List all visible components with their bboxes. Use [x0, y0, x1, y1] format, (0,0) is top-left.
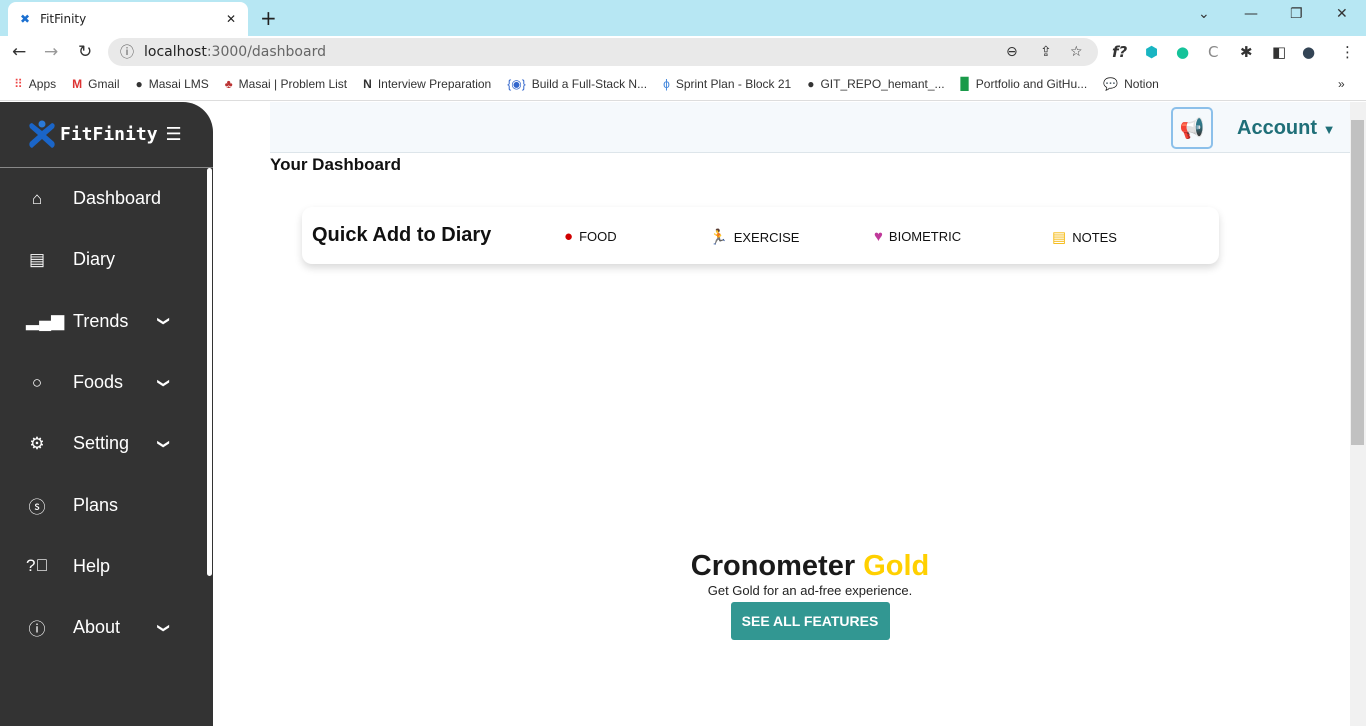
chevron-down-icon[interactable]: ❯ — [157, 378, 171, 388]
bookmark[interactable]: {◉} Build a Full-Stack N... — [507, 77, 647, 91]
home-icon: ⌂ — [31, 188, 43, 208]
see-all-features-button[interactable]: SEE ALL FEATURES — [730, 602, 890, 640]
menu-icon[interactable]: ⋮ — [1340, 43, 1355, 61]
sidebar: FitFinity ☰ ⌂ Dashboard ▤ Diary ▂▄▆ Trends ❯… — [0, 102, 213, 726]
sidebar-item-setting[interactable]: ⚙ Setting ❯ — [0, 413, 213, 474]
announcement-button[interactable]: 📢 — [1171, 107, 1213, 149]
github-icon: ● — [807, 77, 815, 91]
diary-icon: ▤ — [28, 249, 46, 269]
bookmark[interactable]: ● GIT_REPO_hemant_... — [807, 77, 944, 91]
sidebar-scrollbar[interactable] — [207, 168, 212, 576]
chevron-down-icon[interactable]: ❯ — [157, 316, 171, 326]
close-window-button[interactable]: ✕ — [1336, 6, 1348, 22]
back-icon[interactable]: ← — [12, 42, 26, 62]
dollar-icon: ⓢ — [28, 497, 46, 517]
help-icon: ?⃝ — [26, 556, 49, 576]
sidebar-item-foods[interactable]: ○ Foods ❯ — [0, 352, 213, 413]
page-title: Your Dashboard — [270, 155, 401, 174]
runner-add-icon: 🏃 — [709, 229, 728, 246]
brand-logo[interactable]: FitFinity ☰ — [0, 102, 213, 168]
quick-add-food[interactable]: ● FOOD — [564, 228, 617, 245]
globe-icon: ● — [135, 77, 143, 91]
gold-promo: Cronometer Gold Get Gold for an ad-free … — [610, 550, 1010, 640]
restore-button[interactable]: ❐ — [1290, 6, 1303, 22]
tab-title: FitFinity — [40, 12, 87, 26]
megaphone-icon: 📢 — [1179, 116, 1205, 140]
code-icon: {◉} — [507, 77, 526, 91]
apple-icon: ○ — [31, 372, 43, 392]
sprint-icon: ϕ — [663, 77, 670, 91]
notion-icon: N — [363, 77, 372, 91]
bookmark[interactable]: ϕ Sprint Plan - Block 21 — [663, 77, 791, 91]
star-icon[interactable]: ☆ — [1070, 44, 1083, 60]
fitfinity-logo-icon — [29, 120, 55, 148]
favicon-icon: ✖ — [20, 12, 31, 26]
brand-name: FitFinity — [60, 124, 158, 145]
top-header: 📢 Account ▼ — [270, 102, 1350, 153]
promo-title: Cronometer Gold — [690, 550, 930, 582]
browser-tab[interactable]: ✖ FitFinity ✕ — [8, 2, 248, 36]
browser-tab-bar: ✖ FitFinity ✕ + ⌄ — ❐ ✕ — [0, 0, 1366, 36]
quick-add-card: Quick Add to Diary ● FOOD 🏃 EXERCISE ♥ BIOM… — [302, 207, 1219, 264]
close-tab-icon[interactable]: ✕ — [226, 12, 236, 26]
extension-c-icon[interactable]: C — [1208, 43, 1218, 61]
gmail-icon: M — [72, 77, 83, 91]
chat-icon: 💬 — [1103, 77, 1119, 91]
minimize-button[interactable]: — — [1244, 6, 1258, 22]
more-bookmarks-icon[interactable]: » — [1338, 77, 1345, 91]
profile-avatar[interactable]: ● — [1302, 43, 1315, 61]
scrollbar-thumb[interactable] — [1351, 120, 1364, 445]
bookmark[interactable]: 💬 Notion — [1103, 77, 1159, 91]
account-dropdown[interactable]: Account ▼ — [1237, 117, 1335, 140]
forward-icon[interactable]: → — [44, 42, 58, 62]
apple-add-icon: ● — [564, 228, 574, 245]
quick-add-exercise[interactable]: 🏃 EXERCISE — [709, 228, 799, 246]
bar-chart-icon: ▂▄▆ — [26, 311, 65, 331]
bookmarks-bar: ⠿ Apps M Gmail ● Masai LMS ♣ Masai | Problem… — [0, 68, 1366, 101]
side-panel-icon[interactable]: ◧ — [1272, 43, 1286, 61]
extension-web-icon[interactable]: ⬢ — [1145, 43, 1158, 61]
info-icon: ⓘ — [28, 620, 46, 640]
bookmark[interactable]: ▉ Portfolio and GitHu... — [961, 77, 1088, 91]
pin-icon: ♣ — [224, 77, 233, 91]
reload-icon[interactable]: ↻ — [78, 42, 92, 62]
quick-add-notes[interactable]: ▤ NOTES — [1052, 228, 1117, 246]
bookmark[interactable]: M Gmail — [72, 77, 119, 91]
chevron-down-icon[interactable]: ❯ — [157, 439, 171, 449]
bookmark[interactable]: N Interview Preparation — [363, 77, 491, 91]
extensions-puzzle-icon[interactable]: ✱ — [1240, 43, 1253, 61]
address-bar-row: ← → ↻ ⓘ localhost:3000/dashboard ⊖ ⇪ ☆ f… — [0, 36, 1366, 68]
note-add-icon: ▤ — [1052, 229, 1067, 246]
share-icon[interactable]: ⇪ — [1040, 44, 1052, 60]
chevron-down-icon[interactable]: ❯ — [157, 623, 171, 633]
heart-add-icon: ♥ — [874, 228, 883, 245]
zoom-icon[interactable]: ⊖ — [1006, 44, 1018, 60]
gear-icon: ⚙ — [29, 433, 45, 453]
tab-search-icon[interactable]: ⌄ — [1198, 6, 1210, 22]
new-tab-button[interactable]: + — [260, 6, 277, 30]
sidebar-item-dashboard[interactable]: ⌂ Dashboard — [0, 168, 213, 229]
promo-subtitle: Get Gold for an ad-free experience. — [707, 583, 913, 598]
sheets-icon: ▉ — [960, 77, 970, 91]
apps-icon: ⠿ — [14, 77, 23, 91]
extension-f-icon[interactable]: f? — [1112, 43, 1127, 61]
sidebar-item-plans[interactable]: ⓢ Plans — [0, 474, 213, 535]
grammarly-icon[interactable]: ● — [1176, 43, 1189, 61]
hamburger-menu-icon[interactable]: ☰ — [166, 124, 182, 145]
sidebar-item-diary[interactable]: ▤ Diary — [0, 229, 213, 290]
sidebar-item-about[interactable]: ⓘ About ❯ — [0, 597, 213, 658]
page-scrollbar[interactable] — [1350, 102, 1366, 726]
bookmark[interactable]: ⠿ Apps — [14, 77, 56, 91]
bookmark[interactable]: ♣ Masai | Problem List — [225, 77, 347, 91]
url-input[interactable]: ⓘ localhost:3000/dashboard ⊖ ⇪ ☆ — [108, 38, 1098, 66]
quick-add-heading: Quick Add to Diary — [312, 224, 492, 246]
sidebar-item-help[interactable]: ?⃝ Help — [0, 536, 213, 597]
sidebar-item-trends[interactable]: ▂▄▆ Trends ❯ — [0, 291, 213, 352]
info-icon: ⓘ — [120, 45, 134, 61]
quick-add-biometric[interactable]: ♥ BIOMETRIC — [874, 228, 961, 245]
caret-down-icon: ▼ — [1322, 122, 1336, 137]
bookmark[interactable]: ● Masai LMS — [136, 77, 209, 91]
